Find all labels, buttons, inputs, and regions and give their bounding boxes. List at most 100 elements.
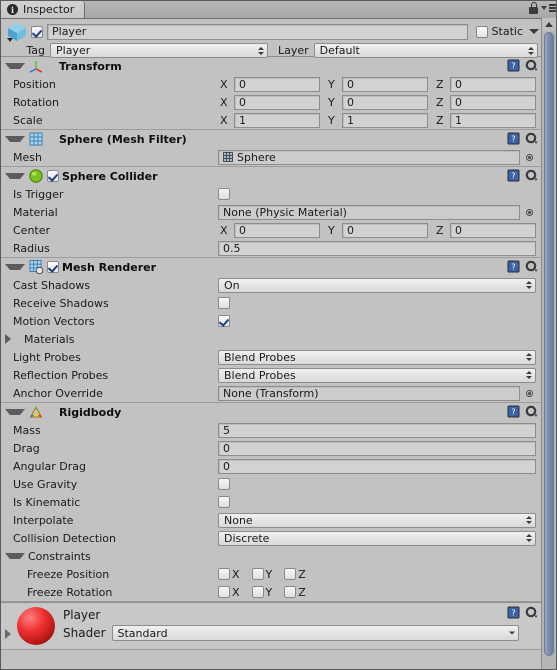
use-gravity-checkbox[interactable] xyxy=(218,478,230,490)
gear-icon[interactable] xyxy=(525,405,538,418)
scrollbar-up-arrow-icon[interactable] xyxy=(542,18,556,31)
tabbar-right-controls xyxy=(529,2,556,14)
rotation-x-input[interactable]: 0 xyxy=(234,94,320,110)
physic-material-picker-button[interactable] xyxy=(523,206,536,219)
motion-vectors-checkbox[interactable] xyxy=(218,315,230,327)
freeze-rotation-z-checkbox[interactable] xyxy=(284,586,297,598)
layer-dropdown[interactable]: Default xyxy=(313,43,538,58)
freeze-position-x-checkbox[interactable] xyxy=(218,568,230,580)
freeze-position-z[interactable]: Z xyxy=(284,568,306,581)
rotation-z-input[interactable]: 0 xyxy=(450,94,536,110)
freeze-rotation-x[interactable]: X xyxy=(218,586,240,599)
help-icon[interactable]: ? xyxy=(507,260,520,273)
freeze-rotation-x-checkbox[interactable] xyxy=(218,586,230,598)
receive-shadows-checkbox[interactable] xyxy=(218,297,230,309)
row-position: Position X 0 Y 0 Z 0 xyxy=(1,75,543,93)
materials-foldout-arrow-icon[interactable] xyxy=(5,334,17,344)
scale-z-input[interactable]: 1 xyxy=(450,112,536,128)
component-transform-title: Transform xyxy=(59,59,122,73)
tab-inspector-label: Inspector xyxy=(23,3,75,16)
rotation-y-input[interactable]: 0 xyxy=(342,94,428,110)
mesh-object-picker-button[interactable] xyxy=(523,151,536,164)
static-dropdown-arrow-icon[interactable] xyxy=(529,29,539,34)
radius-input[interactable]: 0.5 xyxy=(218,240,536,256)
freeze-rotation-y-checkbox[interactable] xyxy=(251,586,264,598)
component-mesh-filter-header[interactable]: Sphere (Mesh Filter) ? xyxy=(1,130,543,148)
shader-dropdown[interactable]: Standard xyxy=(111,625,519,641)
help-icon[interactable]: ? xyxy=(507,59,520,72)
tag-value: Player xyxy=(56,44,91,57)
physic-material-object-field[interactable]: None (Physic Material) xyxy=(218,204,520,220)
foldout-arrow-icon[interactable] xyxy=(5,63,25,69)
cast-shadows-dropdown[interactable]: On xyxy=(218,277,536,293)
scrollbar-thumb[interactable] xyxy=(544,32,554,656)
gameobject-name-input[interactable]: Player xyxy=(47,23,468,40)
cast-shadows-value: On xyxy=(224,278,240,292)
position-y-input[interactable]: 0 xyxy=(342,76,428,92)
freeze-position-x[interactable]: X xyxy=(218,568,240,581)
mesh-renderer-enabled-checkbox[interactable] xyxy=(47,261,59,273)
row-materials[interactable]: Materials xyxy=(1,330,543,348)
angular-drag-input[interactable]: 0 xyxy=(218,458,536,474)
scale-y-input[interactable]: 1 xyxy=(342,112,428,128)
help-icon[interactable]: ? xyxy=(507,132,520,145)
gear-icon[interactable] xyxy=(525,59,538,72)
component-mesh-renderer-header[interactable]: Mesh Renderer ? xyxy=(1,258,543,276)
mesh-filter-grid-icon xyxy=(28,131,44,147)
help-icon[interactable]: ? xyxy=(507,606,520,619)
freeze-position-y[interactable]: Y xyxy=(251,568,272,581)
row-mass: Mass 5 xyxy=(1,421,543,439)
help-icon[interactable]: ? xyxy=(507,405,520,418)
foldout-arrow-icon[interactable] xyxy=(5,136,25,142)
hamburger-menu-icon[interactable] xyxy=(541,3,556,14)
gear-icon[interactable] xyxy=(525,169,538,182)
is-kinematic-checkbox[interactable] xyxy=(218,496,230,508)
cast-shadows-label: Cast Shadows xyxy=(13,278,91,292)
mass-input[interactable]: 5 xyxy=(218,422,536,438)
scale-x-input[interactable]: 1 xyxy=(234,112,320,128)
mesh-value: Sphere xyxy=(237,150,276,164)
help-icon[interactable]: ? xyxy=(507,169,520,182)
component-sphere-collider-header[interactable]: Sphere Collider ? xyxy=(1,167,543,185)
tab-inspector[interactable]: i Inspector xyxy=(1,1,86,18)
foldout-arrow-icon[interactable] xyxy=(5,264,25,270)
mesh-object-field[interactable]: Sphere xyxy=(218,149,520,165)
static-checkbox[interactable] xyxy=(475,25,488,38)
sphere-collider-enabled-checkbox[interactable] xyxy=(47,170,59,182)
scale-y-axis-label: Y xyxy=(328,113,335,127)
foldout-arrow-icon[interactable] xyxy=(5,173,25,179)
freeze-position-y-checkbox[interactable] xyxy=(251,568,264,580)
gear-icon[interactable] xyxy=(525,132,538,145)
foldout-arrow-icon[interactable] xyxy=(5,409,25,415)
gear-icon[interactable] xyxy=(525,260,538,273)
center-x-input[interactable]: 0 xyxy=(234,222,320,238)
vertical-scrollbar[interactable] xyxy=(541,18,556,669)
light-probes-dropdown[interactable]: Blend Probes xyxy=(218,349,536,365)
anchor-override-picker-button[interactable] xyxy=(523,387,536,400)
component-transform-header[interactable]: Transform ? xyxy=(1,57,543,75)
collision-detection-dropdown[interactable]: Discrete xyxy=(218,530,536,546)
material-foldout[interactable] xyxy=(1,603,15,649)
position-x-axis-label: X xyxy=(220,77,228,91)
position-z-input[interactable]: 0 xyxy=(450,76,536,92)
tag-dropdown[interactable]: Player xyxy=(50,43,268,58)
interpolate-dropdown[interactable]: None xyxy=(218,512,536,528)
material-preview-sphere xyxy=(17,607,55,645)
drag-input[interactable]: 0 xyxy=(218,440,536,456)
gear-icon[interactable] xyxy=(525,606,538,619)
freeze-rotation-z[interactable]: Z xyxy=(284,586,306,599)
constraints-foldout-arrow-icon[interactable] xyxy=(5,553,25,559)
freeze-position-z-checkbox[interactable] xyxy=(284,568,297,580)
gameobject-enabled-checkbox[interactable] xyxy=(31,25,43,38)
component-rigidbody-header[interactable]: Rigidbody ? xyxy=(1,403,543,421)
freeze-rotation-y[interactable]: Y xyxy=(251,586,272,599)
row-constraints[interactable]: Constraints xyxy=(1,547,543,565)
lock-icon[interactable] xyxy=(529,2,538,14)
position-x-input[interactable]: 0 xyxy=(234,76,320,92)
center-y-input[interactable]: 0 xyxy=(342,222,428,238)
is-trigger-checkbox[interactable] xyxy=(218,188,230,200)
anchor-override-object-field[interactable]: None (Transform) xyxy=(218,385,520,401)
interpolate-value: None xyxy=(224,513,253,527)
center-z-input[interactable]: 0 xyxy=(450,222,536,238)
reflection-probes-dropdown[interactable]: Blend Probes xyxy=(218,367,536,383)
